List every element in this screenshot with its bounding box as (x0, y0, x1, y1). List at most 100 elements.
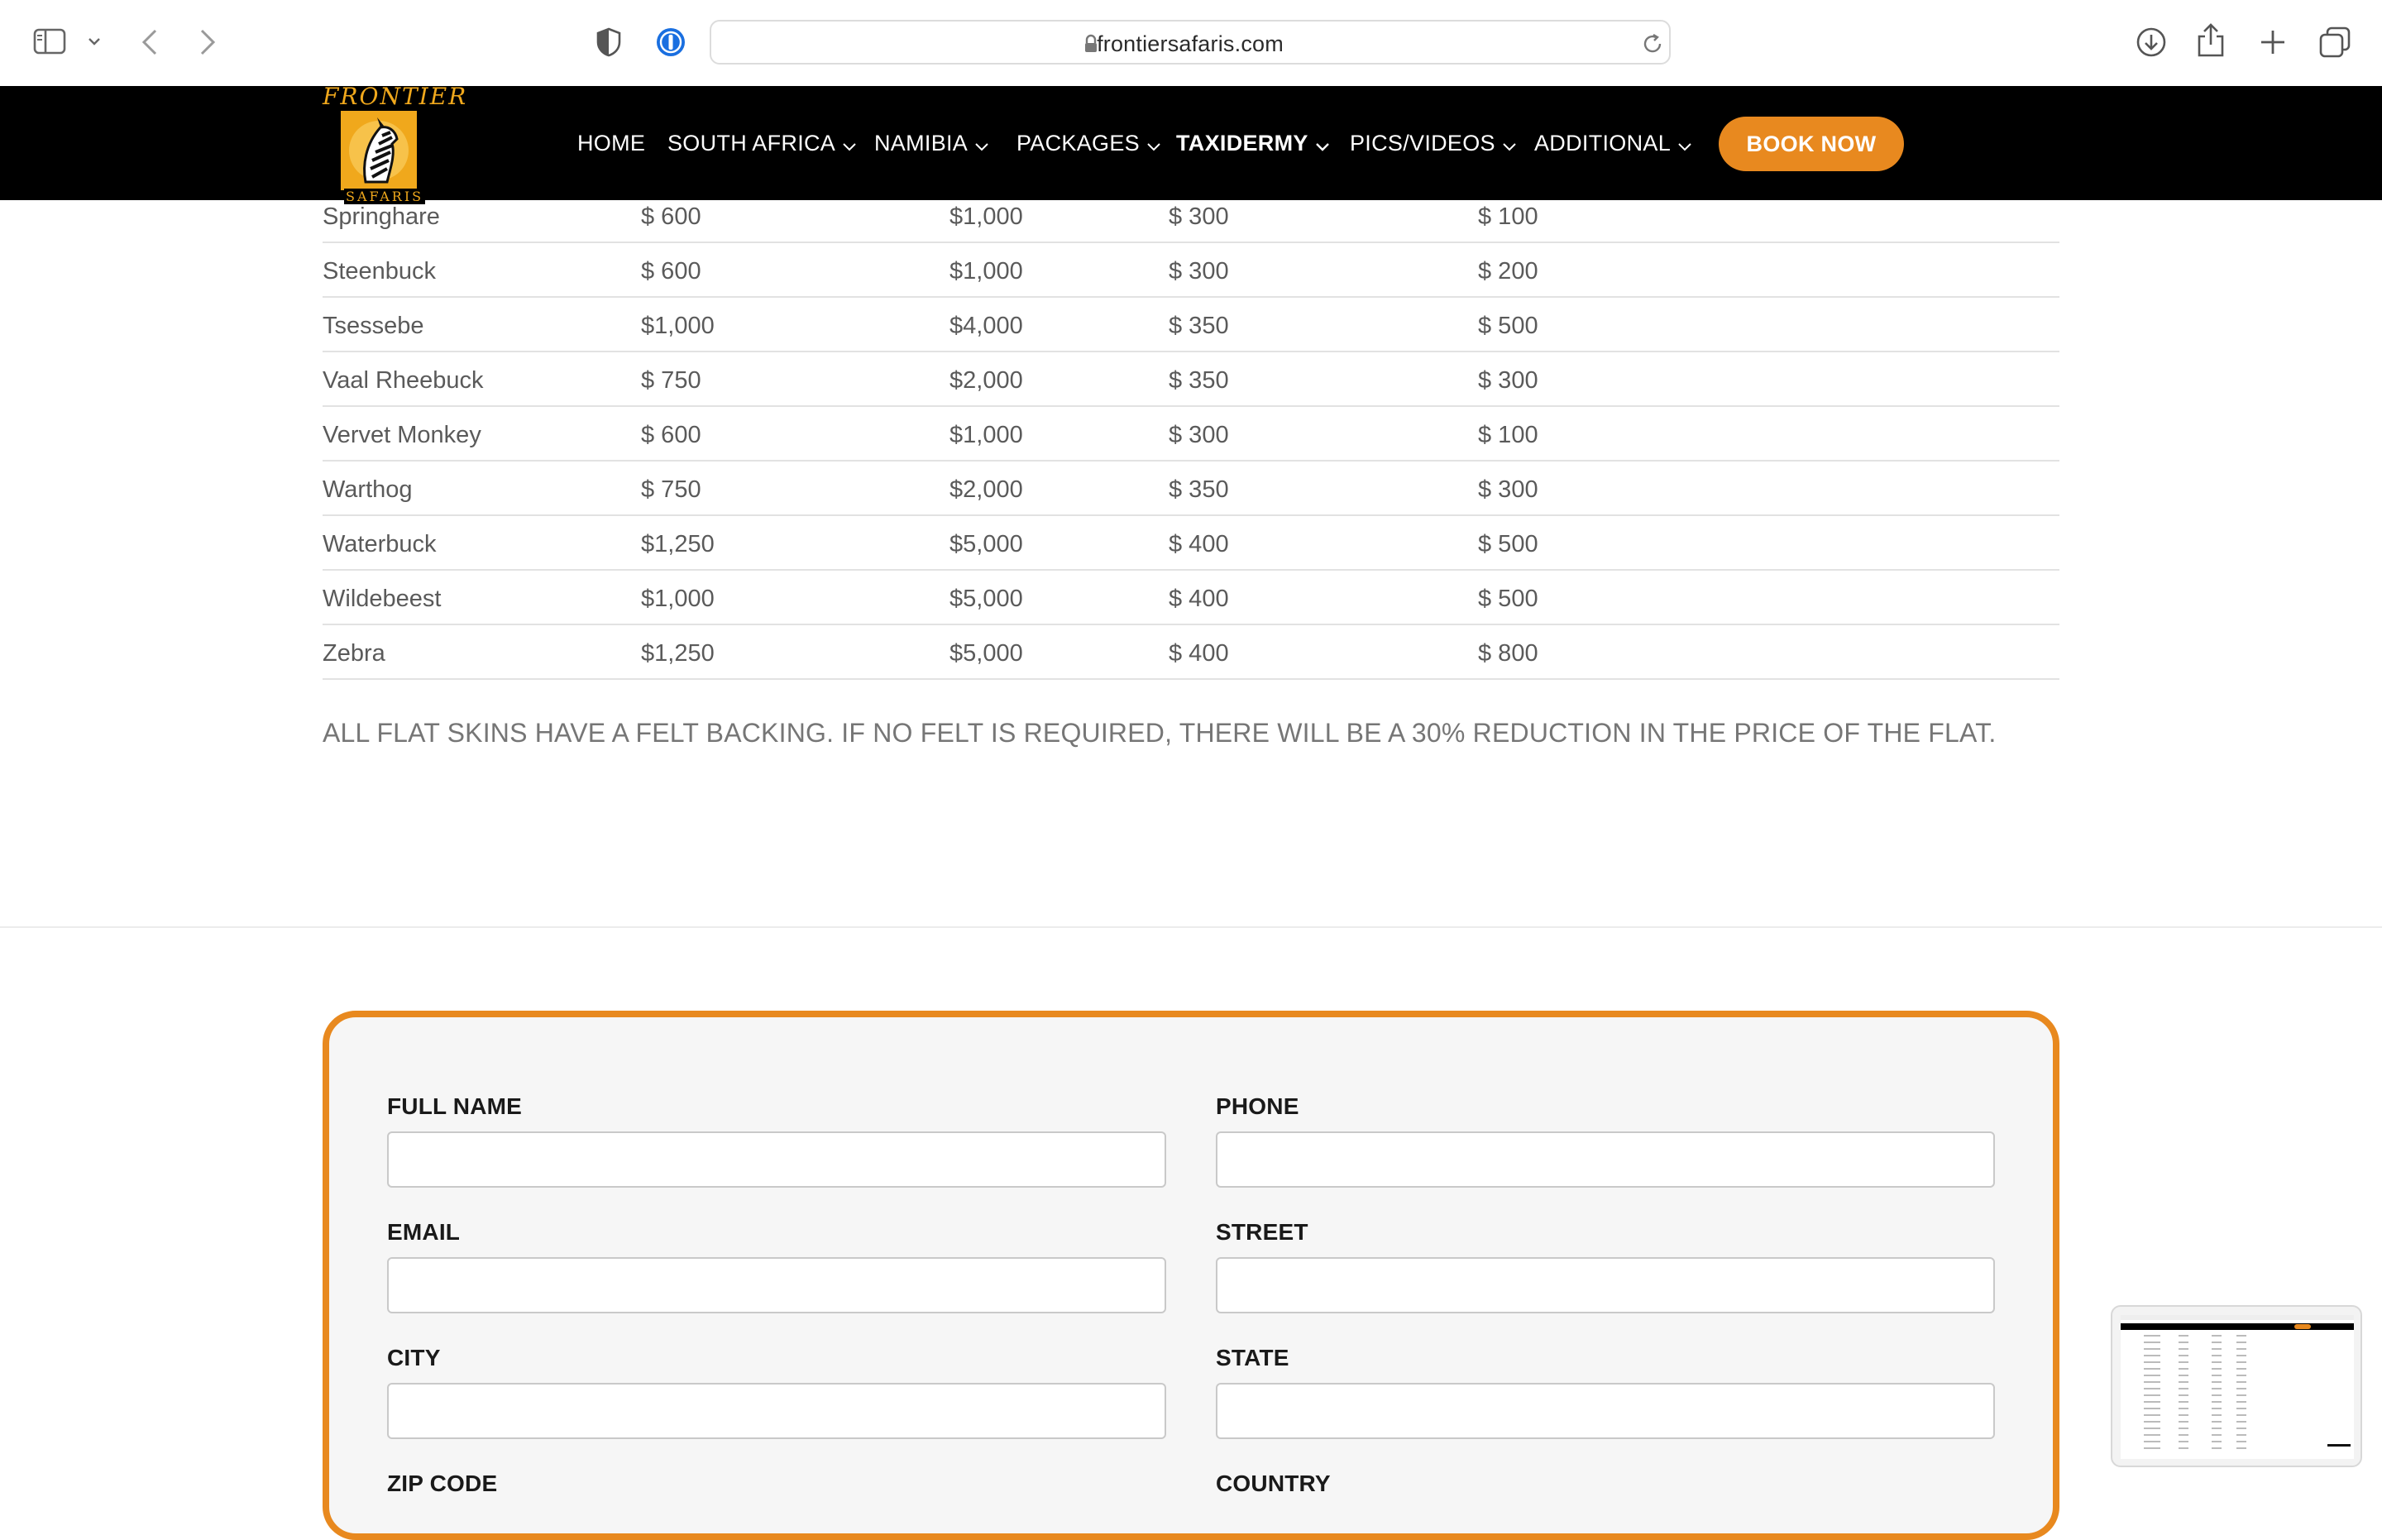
chevron-down-icon (842, 132, 857, 157)
chevron-down-icon (1146, 132, 1161, 157)
chevron-down-icon (1502, 132, 1517, 157)
screenshot-thumbnail[interactable] (2111, 1305, 2362, 1467)
table-row: Vervet Monkey $ 600 $1,000 $ 300 $ 100 (323, 407, 2059, 462)
city-label: CITY (387, 1345, 441, 1370)
state-input[interactable] (1216, 1383, 1995, 1439)
nav-home[interactable]: HOME (577, 131, 645, 156)
site-header: FRONTIER SAFARIS HOME SOUTH AFRICA NAMIB… (0, 83, 2382, 204)
table-row: Waterbuck $1,250 $5,000 $ 400 $ 500 (323, 516, 2059, 571)
nav-pics-videos-label: PICS/VIDEOS (1350, 131, 1495, 155)
table-cell-price: $ 300 (1478, 367, 1538, 394)
nav-pics-videos[interactable]: PICS/VIDEOS (1350, 131, 1517, 157)
table-cell-species: Tsessebe (323, 313, 424, 339)
nav-taxidermy-label: TAXIDERMY (1176, 131, 1308, 155)
table-cell-price: $1,000 (949, 258, 1023, 285)
chevron-down-icon (1677, 132, 1692, 157)
nav-additional-label: ADDITIONAL (1534, 131, 1672, 155)
section-divider (0, 926, 2382, 928)
nav-packages-label: PACKAGES (1016, 131, 1140, 155)
table-row: Warthog $ 750 $2,000 $ 350 $ 300 (323, 462, 2059, 516)
table-cell-price: $ 350 (1169, 476, 1229, 503)
table-cell-price: $ 100 (1478, 422, 1538, 448)
table-cell-species: Springhare (323, 203, 440, 230)
share-icon[interactable] (2197, 23, 2225, 58)
zip-code-label: ZIP CODE (387, 1471, 498, 1496)
email-input[interactable] (387, 1257, 1166, 1313)
shield-icon[interactable] (596, 27, 622, 57)
table-cell-species: Warthog (323, 476, 413, 503)
table-cell-price: $2,000 (949, 476, 1023, 503)
state-label: STATE (1216, 1345, 1289, 1370)
table-cell-price: $ 300 (1169, 422, 1229, 448)
chevron-down-icon (1315, 132, 1330, 157)
reload-icon[interactable] (1641, 32, 1664, 55)
table-cell-price: $2,000 (949, 367, 1023, 394)
table-cell-price: $1,000 (641, 313, 715, 339)
street-label: STREET (1216, 1219, 1308, 1245)
table-cell-price: $5,000 (949, 586, 1023, 612)
main-nav: HOME SOUTH AFRICA NAMIBIA PACKAGES TAXID… (0, 86, 2382, 200)
table-row: Springhare $ 600 $1,000 $ 300 $ 100 (323, 200, 2059, 243)
table-cell-price: $ 500 (1478, 531, 1538, 557)
table-cell-price: $ 400 (1169, 531, 1229, 557)
table-cell-price: $ 500 (1478, 586, 1538, 612)
table-cell-price: $ 300 (1169, 258, 1229, 285)
table-cell-price: $ 350 (1169, 367, 1229, 394)
table-row: Wildebeest $1,000 $5,000 $ 400 $ 500 (323, 571, 2059, 625)
lock-icon (1083, 34, 1098, 54)
email-label: EMAIL (387, 1219, 461, 1245)
nav-namibia[interactable]: NAMIBIA (874, 131, 989, 157)
full-name-input[interactable] (387, 1131, 1166, 1188)
download-icon[interactable] (2136, 26, 2167, 58)
table-cell-price: $ 100 (1478, 203, 1538, 230)
table-cell-price: $4,000 (949, 313, 1023, 339)
nav-home-label: HOME (577, 131, 646, 155)
country-label: COUNTRY (1216, 1471, 1331, 1496)
table-cell-species: Waterbuck (323, 531, 437, 557)
city-input[interactable] (387, 1383, 1166, 1439)
table-cell-price: $ 400 (1169, 640, 1229, 667)
table-cell-price: $1,000 (949, 422, 1023, 448)
plus-icon[interactable] (2259, 28, 2287, 56)
table-cell-species: Vervet Monkey (323, 422, 481, 448)
url-text: frontiersafaris.com (1097, 31, 1284, 56)
table-cell-price: $ 300 (1169, 203, 1229, 230)
back-arrow-icon[interactable] (141, 28, 159, 56)
nav-south-africa[interactable]: SOUTH AFRICA (667, 131, 857, 157)
book-now-button[interactable]: BOOK NOW (1719, 117, 1904, 171)
table-row: Zebra $1,250 $5,000 $ 400 $ 800 (323, 625, 2059, 680)
phone-label: PHONE (1216, 1093, 1299, 1119)
nav-taxidermy[interactable]: TAXIDERMY (1176, 131, 1330, 157)
street-input[interactable] (1216, 1257, 1995, 1313)
table-cell-price: $1,250 (641, 640, 715, 667)
table-cell-price: $ 600 (641, 203, 701, 230)
table-cell-price: $1,000 (949, 203, 1023, 230)
nav-namibia-label: NAMIBIA (874, 131, 969, 155)
table-cell-price: $ 750 (641, 476, 701, 503)
table-cell-species: Steenbuck (323, 258, 437, 285)
table-cell-price: $ 400 (1169, 586, 1229, 612)
full-name-label: FULL NAME (387, 1093, 523, 1119)
table-cell-price: $5,000 (949, 531, 1023, 557)
phone-input[interactable] (1216, 1131, 1995, 1188)
chevron-down-icon (974, 132, 989, 157)
table-cell-price: $1,250 (641, 531, 715, 557)
password-manager-icon[interactable] (655, 26, 686, 58)
address-bar[interactable]: frontiersafaris.com (710, 20, 1671, 65)
table-cell-price: $5,000 (949, 640, 1023, 667)
table-cell-price: $ 350 (1169, 313, 1229, 339)
table-cell-price: $ 200 (1478, 258, 1538, 285)
table-row: Vaal Rheebuck $ 750 $2,000 $ 350 $ 300 (323, 352, 2059, 407)
browser-toolbar: frontiersafaris.com (0, 0, 2382, 86)
sidebar-icon[interactable] (33, 28, 66, 55)
nav-additional[interactable]: ADDITIONAL (1534, 131, 1692, 157)
table-cell-species: Wildebeest (323, 586, 442, 612)
tab-overview-icon[interactable] (2319, 26, 2351, 58)
table-cell-price: $ 750 (641, 367, 701, 394)
thumbnail-preview (2121, 1315, 2354, 1459)
table-cell-species: Vaal Rheebuck (323, 367, 484, 394)
nav-packages[interactable]: PACKAGES (1016, 131, 1161, 157)
table-cell-price: $ 800 (1478, 640, 1538, 667)
chevron-down-icon[interactable] (88, 37, 101, 45)
forward-arrow-icon[interactable] (198, 28, 217, 56)
